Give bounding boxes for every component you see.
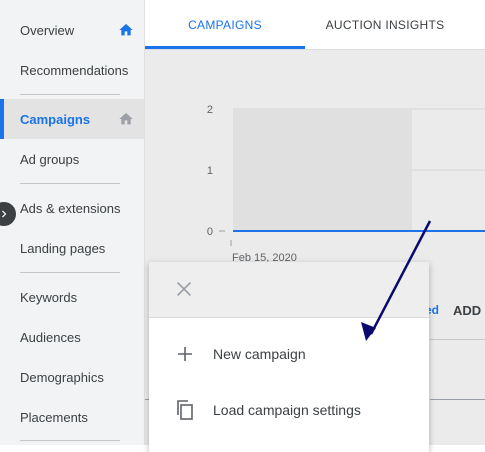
close-icon[interactable]: [173, 278, 195, 300]
sidebar-item-label: Overview: [20, 22, 75, 38]
sidebar-item-label: Ad groups: [20, 151, 80, 167]
y-tick-label: 0: [207, 226, 213, 238]
sidebar-item-label: Ads & extensions: [20, 200, 121, 216]
sidebar-item-overview[interactable]: Overview: [0, 10, 144, 50]
y-tick-label: 2: [207, 104, 213, 116]
sidebar-item-label: Campaigns: [20, 111, 91, 127]
load-campaign-settings-menu-item[interactable]: Load campaign settings: [149, 383, 429, 437]
sidebar-divider: [20, 272, 120, 273]
home-icon: [119, 24, 133, 36]
date-highlight-band: [233, 109, 412, 231]
sidebar-item-keywords[interactable]: Keywords: [0, 277, 144, 317]
tab-bar: CAMPAIGNS AUCTION INSIGHTS: [145, 0, 485, 50]
tab-campaigns[interactable]: CAMPAIGNS: [145, 0, 305, 49]
tab-auction-insights[interactable]: AUCTION INSIGHTS: [305, 0, 465, 49]
menu-item-label: New campaign: [213, 346, 306, 362]
menu-header: [149, 262, 429, 318]
sidebar-item-label: Audiences: [20, 329, 81, 345]
tab-label: CAMPAIGNS: [188, 17, 262, 32]
sidebar-divider: [20, 183, 120, 184]
sidebar-divider: [20, 440, 120, 441]
sidebar-item-demographics[interactable]: Demographics: [0, 357, 144, 397]
sidebar-divider: [20, 94, 120, 95]
sidebar-nav: Overview Recommendations Campaigns Ad gr…: [0, 0, 145, 445]
sidebar-item-label: Demographics: [20, 369, 104, 385]
divider: [430, 339, 485, 340]
sidebar-item-ads-extensions[interactable]: Ads & extensions: [0, 188, 144, 228]
y-tick-label: 1: [207, 165, 213, 177]
sidebar-item-placements[interactable]: Placements: [0, 397, 144, 437]
divider: [430, 399, 485, 400]
add-button[interactable]: ADD: [453, 303, 481, 318]
sidebar-item-recommendations[interactable]: Recommendations: [0, 50, 144, 90]
home-icon: [119, 113, 133, 125]
create-campaign-menu: New campaign Load campaign settings: [149, 262, 429, 452]
active-tab-indicator: [145, 46, 305, 49]
sidebar-item-audiences[interactable]: Audiences: [0, 317, 144, 357]
tab-label: AUCTION INSIGHTS: [325, 17, 445, 32]
sidebar-item-label: Placements: [20, 409, 88, 425]
copy-icon: [177, 400, 193, 420]
menu-item-label: Load campaign settings: [213, 402, 361, 418]
sidebar-item-campaigns[interactable]: Campaigns: [0, 99, 144, 139]
sidebar-item-label: Landing pages: [20, 240, 106, 256]
sidebar-item-ad-groups[interactable]: Ad groups: [0, 139, 144, 179]
sidebar-item-label: Keywords: [20, 289, 78, 305]
chevron-right-icon: [2, 210, 7, 218]
new-campaign-menu-item[interactable]: New campaign: [149, 327, 429, 381]
sidebar-item-landing-pages[interactable]: Landing pages: [0, 228, 144, 268]
sidebar-item-label: Recommendations: [20, 62, 129, 78]
plus-icon: [178, 347, 192, 361]
